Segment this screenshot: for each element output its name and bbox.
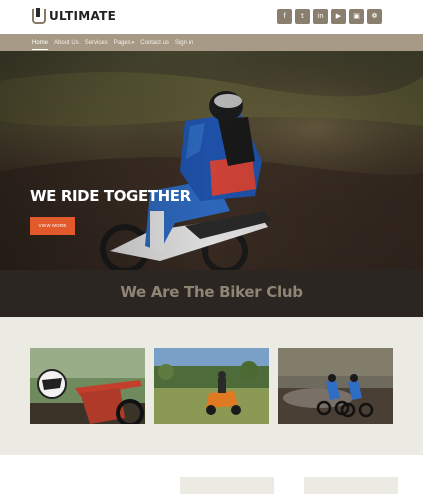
gallery-image-helmet[interactable] — [30, 348, 145, 424]
instagram-icon[interactable]: ▣ — [349, 9, 364, 24]
facebook-icon[interactable]: f — [277, 9, 292, 24]
feature-card — [180, 477, 274, 494]
dirt-riders-photo — [278, 348, 393, 424]
social-links: f t in ▶ ▣ ❁ — [277, 9, 382, 24]
nav-item-sign-in[interactable]: Sign in — [175, 40, 193, 46]
gallery-image-riders[interactable] — [278, 348, 393, 424]
nav-item-contact-us[interactable]: Contact us — [140, 40, 169, 46]
view-more-button[interactable]: VIEW MORE — [30, 217, 75, 235]
chevron-down-icon: ▾ — [131, 39, 135, 46]
section-title: We Are The Biker Club — [120, 283, 303, 301]
bottom-section — [0, 455, 423, 494]
brand-name: ULTIMATE — [49, 9, 117, 23]
brand-logo[interactable]: ULTIMATE — [32, 7, 117, 24]
nav-menu: Home About Us Services Pages▾ Contact us… — [32, 34, 193, 51]
hero-title: WE RIDE TOGETHER — [30, 187, 191, 205]
nav-item-home[interactable]: Home — [32, 40, 49, 50]
atv-photo — [154, 348, 269, 424]
hero-image — [0, 51, 423, 270]
nav-item-services[interactable]: Services — [85, 40, 108, 46]
linkedin-icon[interactable]: in — [313, 9, 328, 24]
main-nav: Home About Us Services Pages▾ Contact us… — [0, 34, 423, 51]
youtube-icon[interactable]: ▶ — [331, 9, 346, 24]
feature-card — [304, 477, 398, 494]
gallery-image-atv[interactable] — [154, 348, 269, 424]
club-intro-band: We Are The Biker Club — [0, 270, 423, 317]
gallery-section — [0, 317, 423, 455]
site-header: ULTIMATE f t in ▶ ▣ ❁ — [0, 0, 423, 34]
hero-banner: WE RIDE TOGETHER VIEW MORE — [0, 51, 423, 270]
logo-icon — [32, 7, 46, 24]
nav-item-pages[interactable]: Pages▾ — [114, 40, 135, 46]
helmet-bike-photo — [30, 348, 145, 424]
nav-item-pages-label: Pages — [113, 39, 131, 46]
nav-item-about-us[interactable]: About Us — [54, 40, 79, 46]
github-icon[interactable]: ❁ — [367, 9, 382, 24]
twitter-icon[interactable]: t — [295, 9, 310, 24]
